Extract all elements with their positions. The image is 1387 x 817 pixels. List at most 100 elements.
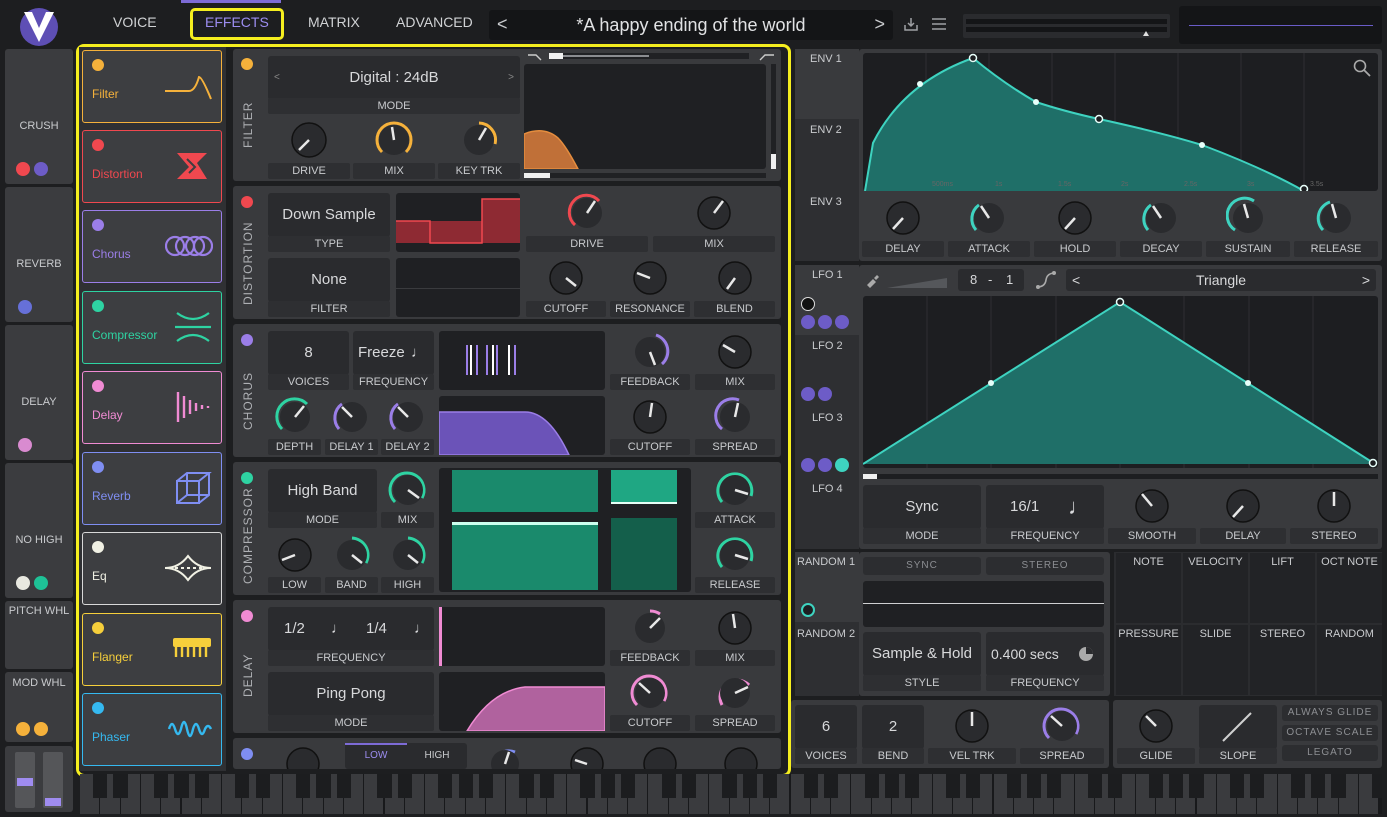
black-key[interactable] xyxy=(1189,774,1204,798)
filter-mode-selector[interactable]: < Digital : 24dB > xyxy=(268,56,520,100)
note-icon[interactable]: ♩ xyxy=(411,331,426,375)
lfo-delay-knob[interactable] xyxy=(1221,484,1265,528)
black-key[interactable] xyxy=(438,774,453,798)
paint-icon[interactable] xyxy=(864,272,880,288)
black-key[interactable] xyxy=(1250,774,1265,798)
resonance-knob[interactable] xyxy=(628,256,672,300)
distortion-enable[interactable] xyxy=(241,196,253,208)
delay-spread-knob[interactable] xyxy=(713,671,757,715)
black-key[interactable] xyxy=(235,774,250,798)
black-key[interactable] xyxy=(1026,774,1042,798)
compressor-enable[interactable] xyxy=(241,472,253,484)
preset-name[interactable]: *A happy ending of the world xyxy=(489,15,893,36)
delay-feedback-knob[interactable] xyxy=(628,606,672,650)
note-icon[interactable]: ♩ xyxy=(414,607,429,651)
black-key[interactable] xyxy=(1229,774,1245,798)
lfo-frequency-selector[interactable]: 16/1 ♩ xyxy=(986,485,1104,529)
chorus-mix-knob[interactable] xyxy=(713,330,757,374)
black-key[interactable] xyxy=(620,774,636,798)
compressor-band-display[interactable] xyxy=(439,468,691,592)
black-key[interactable] xyxy=(194,774,209,798)
fx-item-distortion[interactable]: Distortion xyxy=(82,130,222,203)
mod-source-velocity[interactable]: VELOCITY xyxy=(1183,553,1248,623)
black-key[interactable] xyxy=(864,774,879,798)
wheels[interactable] xyxy=(5,746,73,812)
note-icon[interactable]: ♩ xyxy=(331,607,346,651)
black-key[interactable] xyxy=(945,774,960,798)
piano-keyboard[interactable] xyxy=(80,774,1382,814)
fx-item-chorus[interactable]: Chorus xyxy=(82,210,222,283)
tab-random2[interactable]: RANDOM 2 xyxy=(797,628,855,640)
env-sustain-knob[interactable] xyxy=(1226,196,1270,240)
depth-knob[interactable] xyxy=(273,395,317,439)
delay-cutoff-knob[interactable] xyxy=(628,671,672,715)
tab-lfo3[interactable]: LFO 3 xyxy=(812,412,843,424)
delay1-knob[interactable] xyxy=(330,395,374,439)
black-key[interactable] xyxy=(458,774,473,798)
voice-spread-knob[interactable] xyxy=(1040,704,1084,748)
mod-source-stereo[interactable]: STEREO xyxy=(1250,625,1315,695)
black-key[interactable] xyxy=(336,774,351,798)
lfo-stereo-knob[interactable] xyxy=(1312,484,1356,528)
fx-item-phaser[interactable]: Phaser xyxy=(82,693,222,766)
mod-source-lift[interactable]: LIFT xyxy=(1250,553,1315,623)
distortion-type-selector[interactable]: Down Sample xyxy=(268,193,390,237)
feedback-knob[interactable] xyxy=(628,330,672,374)
high-knob[interactable] xyxy=(386,533,430,577)
black-key[interactable] xyxy=(803,774,818,798)
black-key[interactable] xyxy=(580,774,595,798)
black-key[interactable] xyxy=(397,774,412,798)
mod-source-slide[interactable]: SLIDE xyxy=(1183,625,1248,695)
fx-item-reverb[interactable]: Reverb xyxy=(82,452,222,525)
lfo-rate-grid[interactable]: 8-1 xyxy=(958,269,1024,291)
eq-low-tab[interactable]: LOW xyxy=(345,750,407,761)
preset-next-button[interactable]: > xyxy=(874,14,885,35)
black-key[interactable] xyxy=(539,774,554,798)
black-key[interactable] xyxy=(296,774,311,798)
fx-item-eq[interactable]: Eq xyxy=(82,532,222,605)
eq-knob[interactable] xyxy=(640,744,680,769)
save-icon[interactable] xyxy=(903,16,919,37)
black-key[interactable] xyxy=(966,774,981,798)
distortion-drive-knob[interactable] xyxy=(565,191,609,235)
fx-item-compressor[interactable]: Compressor xyxy=(82,291,222,364)
filter-enable[interactable] xyxy=(241,58,253,70)
black-key[interactable] xyxy=(1108,774,1123,798)
delay-mix-knob[interactable] xyxy=(713,606,757,650)
zoom-icon[interactable] xyxy=(1353,59,1371,77)
tab-env3[interactable]: ENV 3 xyxy=(810,196,842,208)
prev-arrow[interactable]: < xyxy=(1072,269,1080,291)
release-knob[interactable] xyxy=(713,533,757,577)
volume-meter[interactable] xyxy=(963,14,1170,38)
vel-trk-knob[interactable] xyxy=(950,704,994,748)
black-key[interactable] xyxy=(681,774,697,798)
eq-knob[interactable] xyxy=(485,744,525,769)
tab-voice[interactable]: VOICE xyxy=(113,14,157,30)
black-key[interactable] xyxy=(1006,774,1021,798)
lfo-grid-slider[interactable] xyxy=(887,270,951,290)
mod-source-random[interactable]: RANDOM xyxy=(1317,625,1382,695)
tab-env2[interactable]: ENV 2 xyxy=(810,124,842,136)
black-key[interactable] xyxy=(905,774,920,798)
black-key[interactable] xyxy=(823,774,839,798)
delay2-knob[interactable] xyxy=(386,395,430,439)
tab-lfo1[interactable]: LFO 1 xyxy=(812,269,843,281)
band-knob[interactable] xyxy=(330,533,374,577)
delay-mode-selector[interactable]: Ping Pong xyxy=(268,672,434,716)
env-decay-knob[interactable] xyxy=(1139,196,1183,240)
random-stereo-button[interactable]: STEREO xyxy=(986,557,1104,575)
drive-knob[interactable] xyxy=(287,118,331,162)
black-key[interactable] xyxy=(255,774,270,798)
black-key[interactable] xyxy=(763,774,778,798)
mod-source-oct-note[interactable]: OCT NOTE xyxy=(1317,553,1382,623)
black-key[interactable] xyxy=(154,774,169,798)
env-delay-knob[interactable] xyxy=(881,196,925,240)
black-key[interactable] xyxy=(377,774,392,798)
black-key[interactable] xyxy=(742,774,757,798)
low-knob[interactable] xyxy=(273,533,317,577)
always-glide-toggle[interactable]: ALWAYS GLIDE xyxy=(1282,705,1378,721)
black-key[interactable] xyxy=(1311,774,1326,798)
mod-source-note[interactable]: NOTE xyxy=(1116,553,1181,623)
eq-knob[interactable] xyxy=(721,744,761,769)
blend-knob[interactable] xyxy=(713,256,757,300)
